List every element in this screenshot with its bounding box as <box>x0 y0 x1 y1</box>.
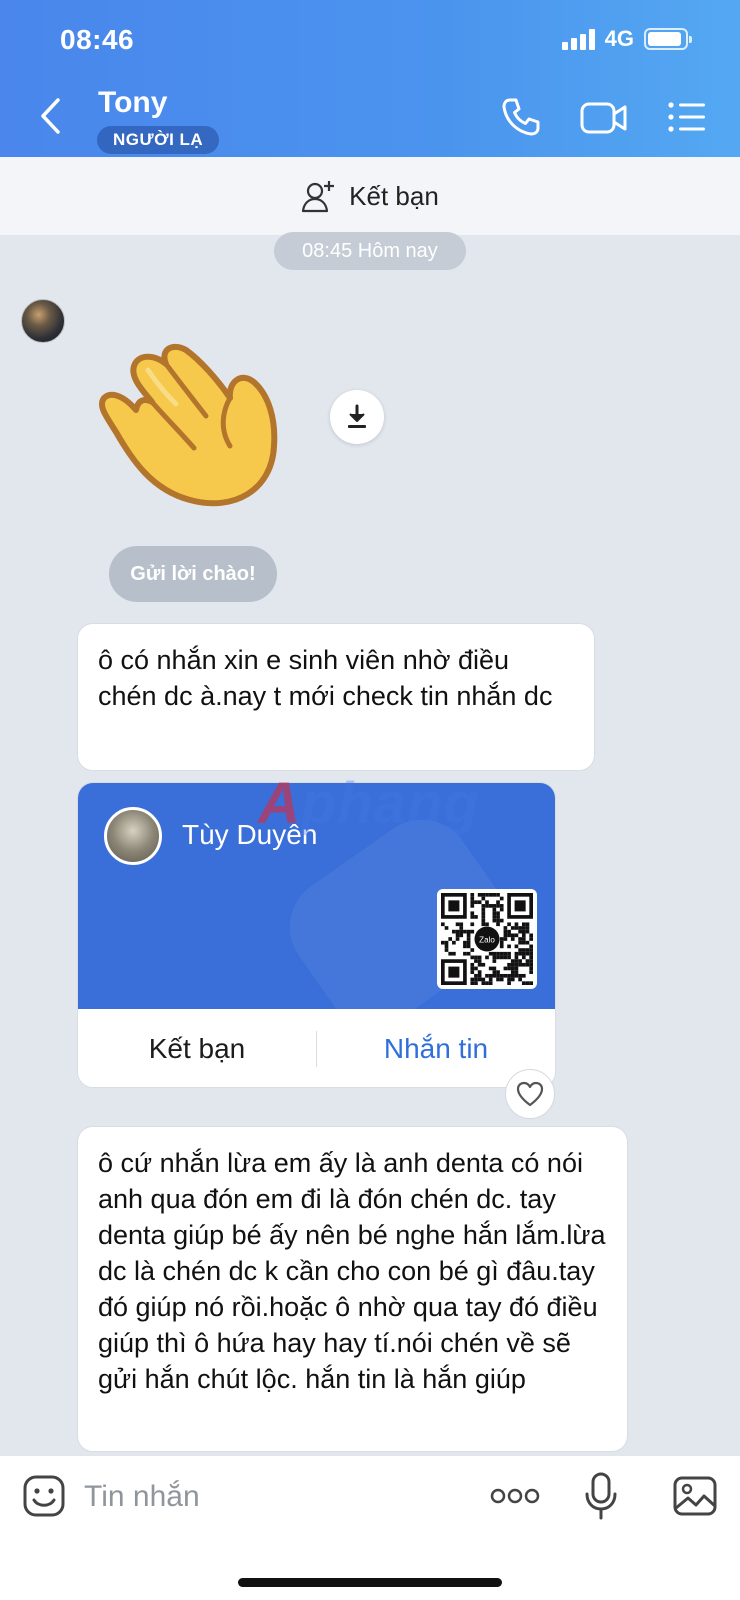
card-contact-name: Tùy Duyên <box>182 819 318 850</box>
microphone-icon <box>585 1472 617 1520</box>
more-dots-icon <box>490 1488 540 1504</box>
card-actions: Kết bạn Nhắn tin <box>78 1009 555 1087</box>
phone-icon <box>502 98 540 136</box>
contact-name[interactable]: Tony <box>98 86 167 120</box>
status-indicators: 4G <box>561 26 692 52</box>
download-icon <box>348 404 366 428</box>
qr-code-image: Zalo <box>441 893 533 985</box>
emoji-button[interactable] <box>22 1474 66 1518</box>
react-button[interactable] <box>505 1069 555 1119</box>
voice-call-button[interactable] <box>500 96 542 138</box>
zalo-logo: Zalo <box>479 935 495 944</box>
home-indicator <box>238 1578 502 1587</box>
waving-hand-sticker[interactable] <box>96 340 286 510</box>
image-picker-button[interactable] <box>672 1474 718 1518</box>
contact-card-header[interactable]: Tùy Duyên Zalo <box>78 783 555 1009</box>
video-camera-icon <box>580 102 627 134</box>
back-button[interactable] <box>36 96 66 136</box>
download-button[interactable] <box>330 390 384 444</box>
list-menu-icon <box>668 102 705 132</box>
status-time: 08:46 <box>60 24 135 55</box>
battery-icon <box>644 28 692 50</box>
add-friend-label: Kết bạn <box>349 180 439 211</box>
stranger-badge: NGƯỜI LẠ <box>97 126 220 154</box>
message-bubble[interactable]: ô có nhắn xin e sinh viên nhờ điều chén … <box>77 623 595 771</box>
card-add-friend-button[interactable]: Kết bạn <box>78 1033 316 1065</box>
contact-card[interactable]: Tùy Duyên Zalo Kết bạn Nhắn tin <box>77 782 556 1088</box>
message-bubble[interactable]: ô cứ nhắn lừa em ấy là anh denta có nói … <box>77 1126 628 1452</box>
time-divider: 08:45 Hôm nay <box>274 232 466 270</box>
send-greeting-button[interactable]: Gửi lời chào! <box>109 546 277 602</box>
sender-avatar[interactable] <box>21 299 65 343</box>
add-friend-bar[interactable]: Kết bạn <box>0 157 740 235</box>
heart-icon <box>516 1081 544 1107</box>
chevron-left-icon <box>41 98 60 134</box>
video-call-button[interactable] <box>580 96 628 138</box>
chat-header: 08:46 4G Tony NGƯỜI LẠ <box>0 0 740 157</box>
more-options-button[interactable] <box>490 1486 540 1506</box>
network-type: 4G <box>604 26 634 51</box>
sticker-smile-icon <box>23 1475 65 1517</box>
options-menu-button[interactable] <box>666 96 708 138</box>
add-person-icon <box>302 181 335 213</box>
card-send-message-button[interactable]: Nhắn tin <box>317 1033 555 1065</box>
card-contact-avatar <box>104 807 162 865</box>
voice-record-button[interactable] <box>584 1472 618 1520</box>
image-icon <box>673 1476 717 1516</box>
message-input[interactable] <box>84 1472 464 1522</box>
signal-icon <box>561 28 595 50</box>
qr-code: Zalo <box>437 889 537 989</box>
